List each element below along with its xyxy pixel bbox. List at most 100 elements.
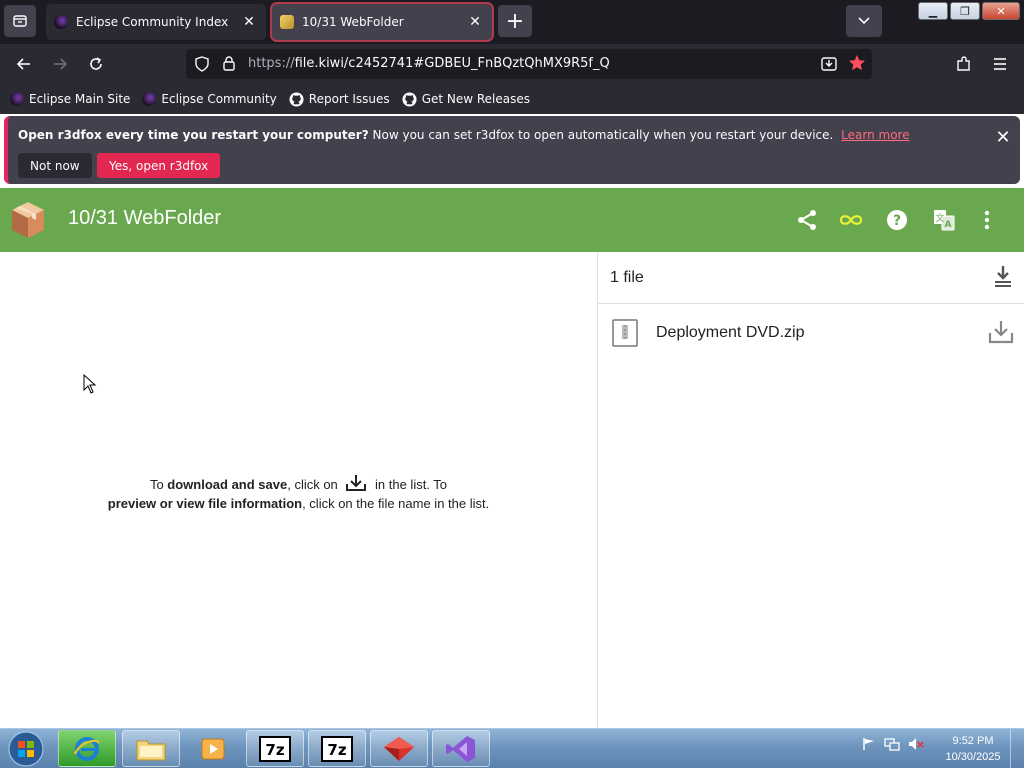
tab-close-icon[interactable]: ✕: [240, 13, 258, 31]
minimize-button[interactable]: ▁: [918, 2, 948, 20]
folder-title: 10/31 WebFolder: [68, 207, 222, 229]
instruction-bold: download and save: [167, 477, 288, 492]
7zip-icon: 7z: [321, 735, 353, 762]
tab-eclipse-community-index[interactable]: Eclipse Community Index ✕: [46, 4, 266, 40]
not-now-button[interactable]: Not now: [18, 153, 92, 178]
bookmark-get-new-releases[interactable]: Get New Releases: [402, 91, 530, 107]
forward-arrow-icon: [54, 58, 68, 70]
instruction-fragment: , click on: [287, 477, 342, 492]
download-all-icon[interactable]: [991, 264, 1015, 290]
toolbox-icon: [384, 736, 414, 761]
bookmarks-toolbar: Eclipse Main Site Eclipse Community Repo…: [0, 84, 1024, 114]
notification-message: Open r3dfox every time you restart your …: [18, 128, 910, 142]
extensions-button[interactable]: [950, 50, 978, 78]
unlimited-button[interactable]: [837, 206, 865, 234]
github-icon: [289, 91, 304, 107]
translate-button[interactable]: 文 A: [930, 206, 958, 234]
bookmark-label: Eclipse Main Site: [29, 92, 131, 106]
window-controls: ▁ ❐ ✕: [918, 2, 1020, 20]
bookmark-star-icon[interactable]: [848, 54, 866, 72]
file-list-item[interactable]: Deployment DVD.zip: [598, 310, 1024, 358]
restore-button[interactable]: ❐: [950, 2, 980, 20]
clock-date: 10/30/2025: [945, 751, 1001, 763]
instructions-text: To download and save, click on in the li…: [0, 474, 597, 513]
volume-muted-icon[interactable]: [908, 737, 924, 751]
network-icon[interactable]: [884, 737, 900, 751]
reload-icon: [90, 57, 102, 70]
system-tray: [862, 737, 924, 751]
system-clock[interactable]: 9:52 PM 10/30/2025: [936, 733, 1010, 765]
bookmark-eclipse-main-site[interactable]: Eclipse Main Site: [10, 92, 130, 106]
taskbar-7zip-second[interactable]: 7z: [308, 730, 366, 767]
show-desktop-button[interactable]: [1010, 729, 1024, 768]
instruction-fragment: To: [149, 477, 168, 492]
url-bar[interactable]: https://file.kiwi/c2452741#GDBEU_FnBQztQ…: [186, 49, 872, 79]
media-player-icon: [201, 738, 225, 759]
back-arrow-icon: [16, 58, 30, 70]
start-button[interactable]: [4, 731, 48, 767]
new-tab-button[interactable]: +: [498, 5, 532, 37]
url-text[interactable]: https://file.kiwi/c2452741#GDBEU_FnBQztQ…: [248, 56, 610, 71]
instruction-bold: preview or view file information: [107, 496, 303, 511]
save-page-icon[interactable]: [820, 55, 838, 73]
file-count: 1 file: [610, 269, 644, 286]
url-scheme: https://: [248, 56, 295, 71]
translate-icon: 文 A: [934, 210, 955, 231]
bookmark-label: Report Issues: [308, 92, 390, 106]
taskbar-media-player[interactable]: [184, 730, 242, 767]
taskbar-internet-explorer[interactable]: [58, 730, 116, 767]
webfolder-favicon-icon: [280, 15, 294, 29]
file-list-header: 1 file: [598, 252, 1024, 304]
back-button[interactable]: [10, 50, 38, 78]
instruction-fragment: , click on the file name in the list.: [302, 496, 490, 511]
tab-close-icon[interactable]: ✕: [466, 13, 484, 31]
vertical-dots-icon: [984, 210, 990, 230]
firefox-view-icon: [13, 15, 27, 27]
internet-explorer-icon: [74, 736, 100, 761]
reload-button[interactable]: [82, 50, 110, 78]
flag-icon[interactable]: [862, 737, 876, 751]
tab-webfolder[interactable]: 10/31 WebFolder ✕: [270, 2, 494, 42]
forward-button[interactable]: [46, 50, 74, 78]
lock-icon[interactable]: [222, 55, 236, 72]
tab-strip: Eclipse Community Index ✕ 10/31 WebFolde…: [0, 0, 1024, 44]
close-window-button[interactable]: ✕: [982, 2, 1020, 20]
preview-pane: To download and save, click on in the li…: [0, 252, 597, 728]
bookmark-label: Eclipse Community: [161, 92, 277, 106]
github-icon: [402, 91, 417, 107]
puzzle-piece-icon: [957, 56, 970, 71]
taskbar-7zip[interactable]: 7z: [246, 730, 304, 767]
url-host-path: file.kiwi/c2452741#GDBEU_FnBQztQhMX9R5f_…: [294, 56, 610, 71]
visual-studio-icon: [446, 735, 475, 762]
taskbar-file-explorer[interactable]: [122, 730, 180, 767]
chevron-down-icon: [858, 17, 870, 25]
svg-text:文: 文: [935, 212, 944, 224]
folder-icon: [136, 740, 166, 760]
download-icon[interactable]: [987, 318, 1015, 346]
close-icon[interactable]: ✕: [992, 126, 1014, 148]
7zip-icon: 7z: [259, 735, 291, 762]
eclipse-icon: [10, 92, 24, 106]
share-icon: [798, 210, 816, 230]
clock-time: 9:52 PM: [952, 735, 994, 747]
windows-logo-icon: [8, 731, 44, 767]
shield-icon[interactable]: [194, 56, 210, 72]
notification-body: Now you can set r3dfox to open automatic…: [372, 128, 834, 142]
taskbar-visual-studio[interactable]: [432, 730, 490, 767]
taskbar-toolbox[interactable]: [370, 730, 428, 767]
app-header: 10/31 WebFolder ? 文 A: [0, 188, 1024, 252]
svg-text:7z: 7z: [265, 741, 284, 759]
help-button[interactable]: ?: [883, 206, 911, 234]
tab-title: 10/31 WebFolder: [302, 15, 404, 29]
bookmark-eclipse-community[interactable]: Eclipse Community: [142, 92, 277, 106]
app-menu-button[interactable]: [986, 50, 1014, 78]
bookmark-report-issues[interactable]: Report Issues: [289, 91, 390, 107]
share-button[interactable]: [793, 206, 821, 234]
list-all-tabs-button[interactable]: [846, 5, 882, 37]
yes-open-button[interactable]: Yes, open r3dfox: [97, 153, 221, 178]
more-options-button[interactable]: [973, 206, 1001, 234]
learn-more-link[interactable]: Learn more: [841, 128, 909, 142]
file-name[interactable]: Deployment DVD.zip: [656, 324, 805, 342]
zip-file-icon: [612, 319, 638, 347]
firefox-view-button[interactable]: [4, 5, 36, 37]
